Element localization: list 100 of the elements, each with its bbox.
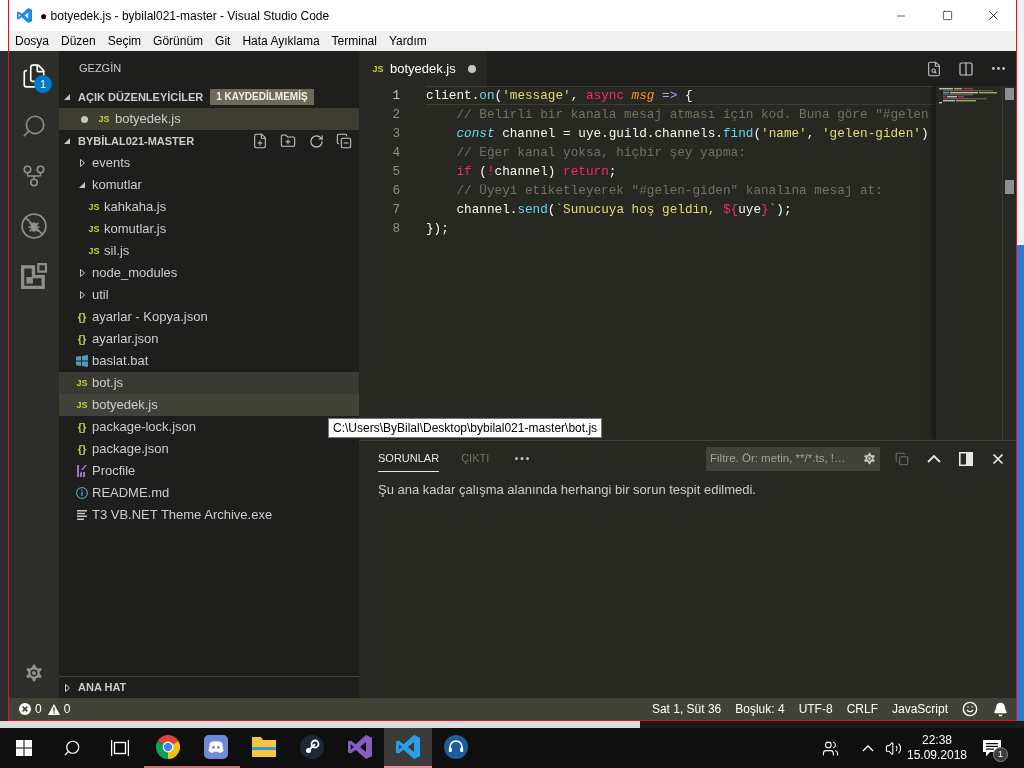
clock-time[interactable]: 22:38 xyxy=(922,733,952,748)
json-file-icon: {} xyxy=(77,333,87,345)
folder-item[interactable]: events xyxy=(76,152,131,174)
new-folder-icon xyxy=(280,133,296,149)
code-line: const channel = uye.guild.channels.find('name', 'gelen-giden') xyxy=(455,125,929,142)
notification-badge: 1 xyxy=(993,747,1008,762)
status-item[interactable]: CRLF xyxy=(839,698,885,720)
file-item[interactable]: JS sil.js xyxy=(88,240,130,262)
menu-item[interactable]: Dosya xyxy=(9,31,55,51)
chrome-icon xyxy=(156,735,180,759)
maximize-icon xyxy=(941,10,953,21)
section-header[interactable]: ANA HAT xyxy=(59,677,127,698)
search-icon xyxy=(63,739,81,757)
file-item[interactable]: Procfile xyxy=(76,460,136,482)
sidebar-title: GEZGİN xyxy=(79,61,122,77)
visual-studio-icon xyxy=(348,735,372,759)
file-item[interactable]: JS kahkaha.js xyxy=(88,196,167,218)
more-icon xyxy=(991,67,1005,70)
vscode-icon xyxy=(396,735,420,759)
file-search-icon xyxy=(926,60,942,77)
status-item[interactable]: JavaScript xyxy=(884,698,955,720)
file-item[interactable]: JS bot.js xyxy=(59,372,359,394)
section-header[interactable]: BYBİLAL021-MASTER xyxy=(59,130,195,152)
clock-date[interactable]: 15.09.2018 xyxy=(906,748,968,763)
menu-item[interactable]: Terminal xyxy=(325,31,383,51)
file-item[interactable]: {} package.json xyxy=(76,438,169,460)
status-item[interactable]: Boşluk: 4 xyxy=(728,698,792,720)
folder-item[interactable]: node_modules xyxy=(76,262,178,284)
folder-item[interactable]: komutlar xyxy=(76,174,142,196)
menu-item[interactable]: Yardım xyxy=(382,31,433,51)
file-item[interactable]: {} package-lock.json xyxy=(76,416,197,438)
section-header[interactable]: AÇIK DÜZENLEYİCİLER xyxy=(59,86,204,108)
code-line: }); xyxy=(426,220,449,237)
file-item[interactable]: {} ayarlar.json xyxy=(76,328,159,350)
line-number: 3 xyxy=(392,125,400,143)
menu-item[interactable]: Seçim xyxy=(101,31,148,51)
menu-item[interactable]: Görünüm xyxy=(147,31,210,51)
gear-icon xyxy=(862,451,877,466)
settings-icon xyxy=(23,662,45,684)
file-item[interactable]: README.md xyxy=(76,482,170,504)
line-number: 8 xyxy=(392,220,400,238)
file-item[interactable]: T3 VB.NET Theme Archive.exe xyxy=(76,504,273,526)
js-file-icon: JS xyxy=(98,114,110,124)
menu-item[interactable]: Düzen xyxy=(55,31,102,51)
more-icon xyxy=(515,457,530,460)
line-number: 6 xyxy=(392,182,400,200)
bell-icon xyxy=(993,701,1008,717)
panel-tab[interactable]: SORUNLAR xyxy=(378,445,440,472)
js-file-icon: JS xyxy=(76,378,88,388)
people-icon xyxy=(821,739,839,757)
line-number: 2 xyxy=(392,106,400,124)
task-view-icon xyxy=(111,740,129,756)
info-icon xyxy=(76,487,88,499)
refresh-icon xyxy=(308,133,324,149)
code-line: if (!channel) return; xyxy=(455,163,617,180)
notification-badge: 1 xyxy=(34,75,52,93)
open-editor-item[interactable]: JS botyedek.js xyxy=(59,108,359,130)
code-line: client.on('message', async msg => { xyxy=(426,87,693,104)
file-item[interactable]: {} ayarlar - Kopya.json xyxy=(76,306,208,328)
file-item[interactable]: JS komutlar.js xyxy=(88,218,167,240)
unsaved-count-badge: 1 KAYDEDİLMEMİŞ xyxy=(210,89,314,105)
windows-logo-icon xyxy=(16,740,32,756)
problems-message: Şu ana kadar çalışma alanında herhangi bir sorun tespit edilmedi. xyxy=(378,482,756,497)
js-file-icon: JS xyxy=(88,246,100,256)
warning-icon xyxy=(47,703,60,715)
headset-icon xyxy=(444,735,468,759)
code-line: // Belirli bir kanala mesaj atması için kod. Buna göre "#gelen xyxy=(455,106,929,123)
code-line: // Eğer kanal yoksa, hiçbir şey yapma: xyxy=(455,144,746,161)
status-item[interactable]: Sat 1, Süt 36 xyxy=(644,698,729,720)
speaker-icon xyxy=(884,739,902,757)
discord-icon xyxy=(204,735,228,759)
folder-item[interactable]: util xyxy=(76,284,109,306)
status-item[interactable]: UTF-8 xyxy=(791,698,840,720)
menu-item[interactable]: Git xyxy=(209,31,237,51)
file-item[interactable]: JS botyedek.js xyxy=(59,394,359,416)
stacked-squares-minus-icon xyxy=(336,133,352,149)
path-tooltip: C:\Users\ByBilal\Desktop\bybilal021-master\bot.js xyxy=(328,418,603,438)
chevron-up-icon xyxy=(927,454,941,463)
chevron-up-icon xyxy=(862,744,874,752)
problems-button[interactable]: 0 0 xyxy=(13,698,77,720)
bars-file-icon xyxy=(77,465,87,477)
new-file-icon xyxy=(252,133,268,149)
menu-item[interactable]: Hata Ayıklama xyxy=(236,31,326,51)
window-title: ● botyedek.js - bybilal021-master - Visual Studio Code xyxy=(40,7,330,25)
line-number: 5 xyxy=(392,163,400,181)
app-logo-icon xyxy=(17,8,32,23)
editor-tab[interactable]: JS botyedek.js xyxy=(359,51,487,86)
filter-field[interactable]: Filtre. Ör: metin, **/*.ts, !… xyxy=(706,446,880,471)
line-number: 1 xyxy=(392,87,400,105)
file-item[interactable]: baslat.bat xyxy=(76,350,149,372)
json-file-icon: {} xyxy=(77,311,87,323)
columns-icon xyxy=(958,60,974,77)
smiley-icon xyxy=(962,701,978,717)
steam-icon xyxy=(300,735,324,759)
js-file-icon: JS xyxy=(372,63,384,74)
folder-icon xyxy=(252,737,276,757)
action-center-button[interactable]: 1 xyxy=(969,728,1015,768)
activity-button[interactable]: 1 xyxy=(9,51,59,101)
stacked-squares-icon xyxy=(895,451,909,466)
error-icon xyxy=(19,703,31,715)
